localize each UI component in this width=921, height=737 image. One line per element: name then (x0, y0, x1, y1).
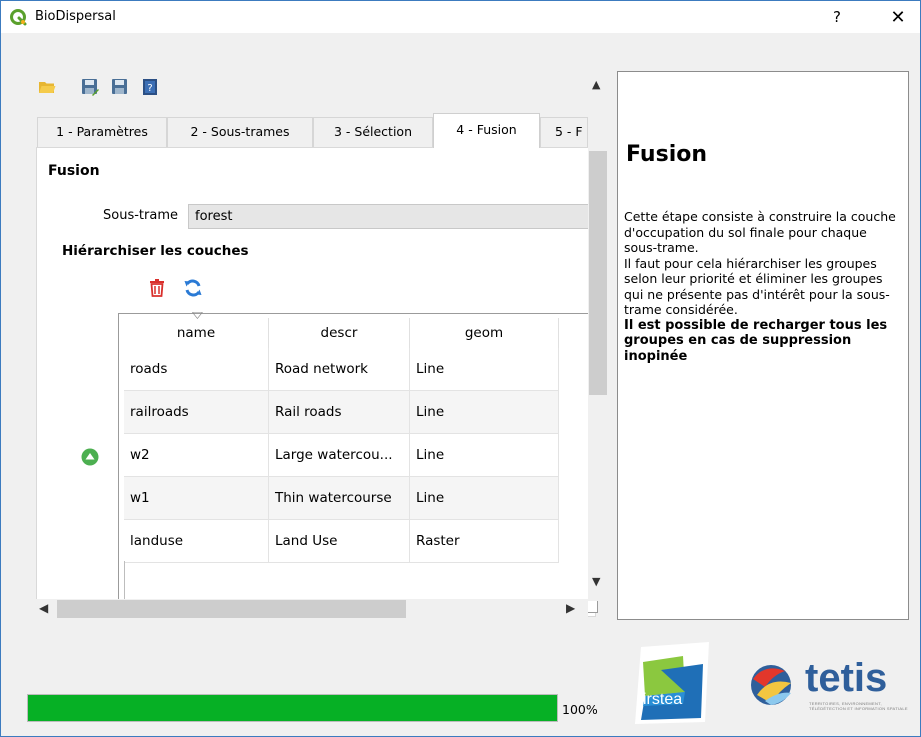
scroll-up-icon[interactable]: ▲ (592, 78, 600, 91)
table-row[interactable]: railroads Rail roads Line (124, 391, 559, 434)
tetis-logo-text: tetis (805, 656, 888, 700)
cell-name: roads (124, 348, 269, 391)
close-button[interactable]: ✕ (887, 7, 909, 29)
help-title: Fusion (626, 142, 708, 167)
window-title: BioDispersal (35, 9, 116, 24)
cell-geom: Line (410, 477, 559, 520)
svg-text:?: ? (147, 83, 152, 94)
table-row[interactable]: w1 Thin watercourse Line (124, 477, 559, 520)
tetis-logo-subtitle: TERRITOIRES, ENVIRONNEMENT, TÉLÉDÉTECTIO… (809, 701, 908, 711)
cell-geom: Raster (410, 520, 559, 563)
help-text: Cette étape consiste à construire la cou… (624, 209, 900, 364)
table-row[interactable]: landuse Land Use Raster (124, 520, 559, 563)
help-button[interactable]: ? (827, 7, 847, 27)
table-row[interactable]: w2 Large watercou... Line (124, 434, 559, 477)
horizontal-scrollbar[interactable]: ◀ ▶ (29, 599, 588, 619)
folder-open-icon[interactable] (38, 78, 56, 96)
scroll-thumb[interactable] (57, 600, 406, 618)
help-paragraph: Il faut pour cela hiérarchiser les group… (624, 255, 890, 318)
table-row[interactable]: roads Road network Line (124, 348, 559, 391)
tab-5[interactable]: 5 - F (540, 117, 588, 147)
save-icon[interactable] (111, 78, 129, 96)
progress-label: 100% (562, 702, 598, 717)
cell-descr: Thin watercourse (269, 477, 410, 520)
cell-geom: Line (410, 391, 559, 434)
help-book-icon[interactable]: ? (141, 78, 159, 96)
subtrame-combobox[interactable]: forest (188, 204, 598, 229)
tab-fusion[interactable]: 4 - Fusion (433, 113, 540, 148)
cell-descr: Large watercou... (269, 434, 410, 477)
vertical-scrollbar[interactable]: ▲ ▼ (588, 71, 608, 601)
scroll-thumb[interactable] (589, 151, 607, 395)
irstea-logo-text: irstea (643, 691, 683, 708)
tab-sous-trames[interactable]: 2 - Sous-trames (167, 117, 313, 147)
move-up-icon[interactable] (81, 448, 99, 466)
hierarchy-heading: Hiérarchiser les couches (62, 243, 249, 259)
scroll-right-icon[interactable]: ▶ (566, 601, 575, 615)
biodispersal-window: BioDispersal ? ✕ ? 1 - Paramètres 2 - So… (0, 0, 921, 737)
cell-geom: Line (410, 348, 559, 391)
cell-descr: Road network (269, 348, 410, 391)
qgis-icon (10, 9, 27, 26)
refresh-icon[interactable] (183, 278, 203, 298)
subtrame-label: Sous-trame (103, 208, 178, 223)
cell-descr: Rail roads (269, 391, 410, 434)
column-header-geom[interactable]: geom (410, 318, 559, 348)
progress-bar (27, 694, 558, 722)
scroll-left-icon[interactable]: ◀ (39, 601, 48, 615)
help-bold-note: Il est possible de recharger tous les gr… (624, 317, 888, 364)
column-header-name[interactable]: name (124, 318, 269, 348)
help-panel: Fusion Cette étape consiste à construire… (617, 71, 909, 620)
help-paragraph: Cette étape consiste à construire la cou… (624, 209, 896, 255)
cell-name: w2 (124, 434, 269, 477)
save-as-icon[interactable] (81, 78, 99, 96)
scroll-down-icon[interactable]: ▼ (592, 575, 600, 588)
trash-icon[interactable] (149, 279, 165, 297)
title-bar: BioDispersal ? ✕ (1, 1, 920, 33)
tab-parametres[interactable]: 1 - Paramètres (37, 117, 167, 147)
cell-geom: Line (410, 434, 559, 477)
cell-descr: Land Use (269, 520, 410, 563)
irstea-logo (635, 642, 709, 724)
cell-name: w1 (124, 477, 269, 520)
progress-fill (28, 695, 557, 721)
cell-name: railroads (124, 391, 269, 434)
tab-selection[interactable]: 3 - Sélection (313, 117, 433, 147)
section-heading: Fusion (48, 163, 100, 179)
cell-name: landuse (124, 520, 269, 563)
column-header-descr[interactable]: descr (269, 318, 410, 348)
